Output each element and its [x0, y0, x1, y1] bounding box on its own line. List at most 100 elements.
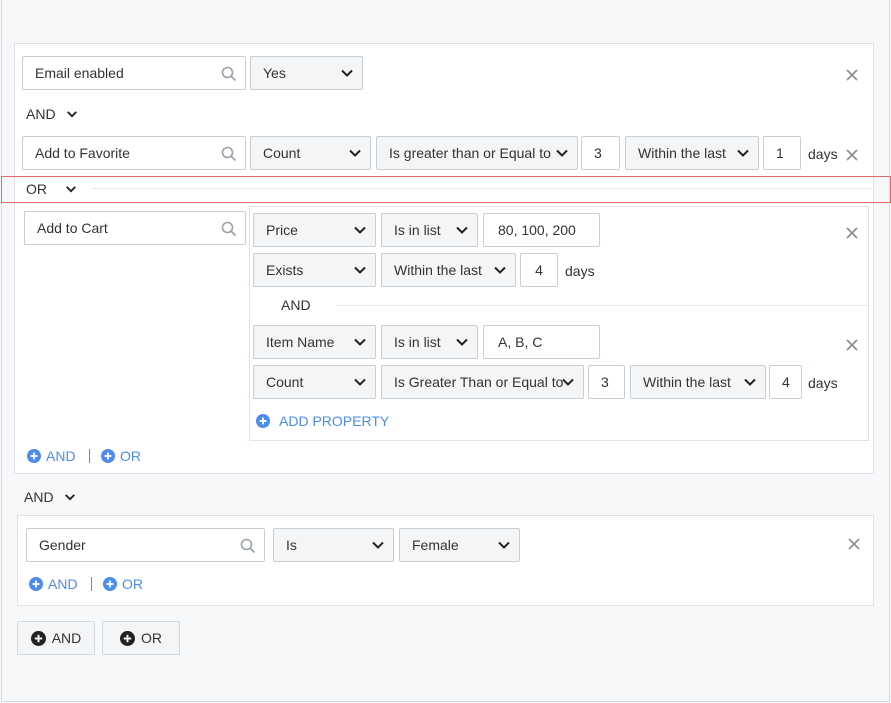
- plus-circle-icon: [103, 577, 117, 591]
- chevron-down-icon: [494, 266, 506, 274]
- event-name: Gender: [39, 537, 86, 553]
- select-value: Count: [266, 374, 304, 390]
- event-name: Email enabled: [35, 65, 124, 81]
- count-input[interactable]: 3: [588, 365, 625, 399]
- segment-builder: Email enabled Yes AND Add to Favorite Co…: [1, 0, 891, 702]
- add-and-link[interactable]: AND: [27, 447, 76, 465]
- search-icon: [221, 221, 237, 237]
- group-and-connector[interactable]: AND: [24, 488, 76, 506]
- search-icon: [221, 66, 237, 82]
- link-separator: [89, 449, 90, 463]
- add-or-group-button[interactable]: OR: [102, 621, 180, 655]
- chevron-down-icon: [66, 111, 77, 118]
- close-icon[interactable]: [845, 226, 859, 240]
- input-value: 80, 100, 200: [498, 222, 576, 238]
- chevron-down-icon: [354, 338, 366, 346]
- plus-circle-icon: [29, 577, 43, 591]
- add-and-link[interactable]: AND: [29, 575, 78, 593]
- close-icon[interactable]: [847, 537, 861, 551]
- input-value: 1: [776, 145, 784, 161]
- plus-circle-icon: [27, 449, 41, 463]
- event-name: Add to Favorite: [35, 145, 130, 161]
- time-operator-select[interactable]: Within the last: [625, 136, 759, 170]
- close-icon[interactable]: [845, 148, 859, 162]
- select-value: Is in list: [394, 334, 441, 350]
- chevron-down-icon: [456, 338, 468, 346]
- operator-select[interactable]: Is Greater Than or Equal to: [381, 365, 584, 399]
- time-value-input[interactable]: 4: [769, 365, 802, 399]
- operator-select[interactable]: Is greater than or Equal to: [376, 136, 578, 170]
- unit-label: days: [808, 375, 838, 391]
- link-label: AND: [46, 448, 76, 464]
- time-operator-select[interactable]: Within the last: [630, 365, 766, 399]
- aggregate-select[interactable]: Count: [253, 365, 376, 399]
- input-value: 3: [601, 374, 609, 390]
- add-or-link[interactable]: OR: [103, 575, 143, 593]
- time-value-input[interactable]: 1: [763, 136, 801, 170]
- chevron-down-icon: [737, 149, 749, 157]
- link-label: ADD PROPERTY: [279, 413, 390, 429]
- property-select[interactable]: Item Name: [253, 325, 376, 359]
- chevron-down-icon: [354, 378, 366, 386]
- select-value: Is Greater Than or Equal to: [394, 374, 564, 390]
- chevron-down-icon: [341, 69, 353, 77]
- search-icon: [240, 538, 256, 554]
- select-value: Item Name: [266, 334, 335, 350]
- button-label: AND: [51, 630, 82, 646]
- select-value: Exists: [266, 262, 304, 278]
- chevron-down-icon: [744, 378, 756, 386]
- select-value: Price: [266, 222, 298, 238]
- add-or-link[interactable]: OR: [101, 447, 141, 465]
- input-value: 3: [594, 145, 602, 161]
- select-value: Within the last: [394, 262, 482, 278]
- operator-select[interactable]: Is in list: [381, 213, 478, 247]
- unit-label: days: [565, 263, 595, 279]
- count-input[interactable]: 3: [581, 136, 620, 170]
- chevron-down-icon: [556, 149, 568, 157]
- plus-circle-icon: [30, 630, 46, 646]
- select-value: Within the last: [638, 145, 726, 161]
- select-value: Female: [412, 537, 459, 553]
- aggregate-select[interactable]: Count: [250, 136, 371, 170]
- input-value: A, B, C: [498, 334, 543, 350]
- link-label: OR: [122, 576, 143, 592]
- button-label: OR: [141, 630, 162, 646]
- unit-label: days: [808, 146, 838, 162]
- add-property-link[interactable]: ADD PROPERTY: [256, 412, 389, 430]
- operator-select[interactable]: Is: [273, 528, 394, 562]
- chevron-down-icon: [562, 378, 574, 386]
- input-value: 4: [782, 374, 790, 390]
- and-connector[interactable]: AND: [26, 105, 78, 123]
- link-separator: [91, 577, 92, 591]
- value-select[interactable]: Female: [399, 528, 520, 562]
- property-select[interactable]: Price: [253, 213, 376, 247]
- add-and-group-button[interactable]: AND: [17, 621, 95, 655]
- time-operator-select[interactable]: Within the last: [381, 253, 516, 287]
- close-icon[interactable]: [845, 338, 859, 352]
- input-value: 4: [535, 262, 543, 278]
- list-value-input[interactable]: A, B, C: [483, 325, 600, 359]
- highlight-box: [1, 176, 891, 203]
- time-value-input[interactable]: 4: [520, 253, 558, 287]
- event-search-field[interactable]: Gender: [26, 528, 265, 562]
- event-search-field[interactable]: Email enabled: [22, 56, 246, 90]
- chevron-down-icon: [354, 226, 366, 234]
- chevron-down-icon: [349, 149, 361, 157]
- select-value: Count: [263, 145, 301, 161]
- operator-select[interactable]: Is in list: [381, 325, 478, 359]
- plus-circle-icon: [256, 414, 270, 428]
- connector-label: AND: [26, 106, 56, 122]
- property-select[interactable]: Exists: [253, 253, 376, 287]
- list-value-input[interactable]: 80, 100, 200: [483, 213, 600, 247]
- select-value: Is: [286, 537, 297, 553]
- select-value: Yes: [263, 65, 286, 81]
- event-search-field[interactable]: Add to Cart: [24, 211, 246, 245]
- chevron-down-icon: [456, 226, 468, 234]
- close-icon[interactable]: [845, 68, 859, 82]
- value-select[interactable]: Yes: [250, 56, 363, 90]
- plus-circle-icon: [101, 449, 115, 463]
- event-search-field[interactable]: Add to Favorite: [22, 136, 246, 170]
- chevron-down-icon: [64, 494, 75, 501]
- select-value: Is greater than or Equal to: [389, 145, 551, 161]
- link-label: OR: [120, 448, 141, 464]
